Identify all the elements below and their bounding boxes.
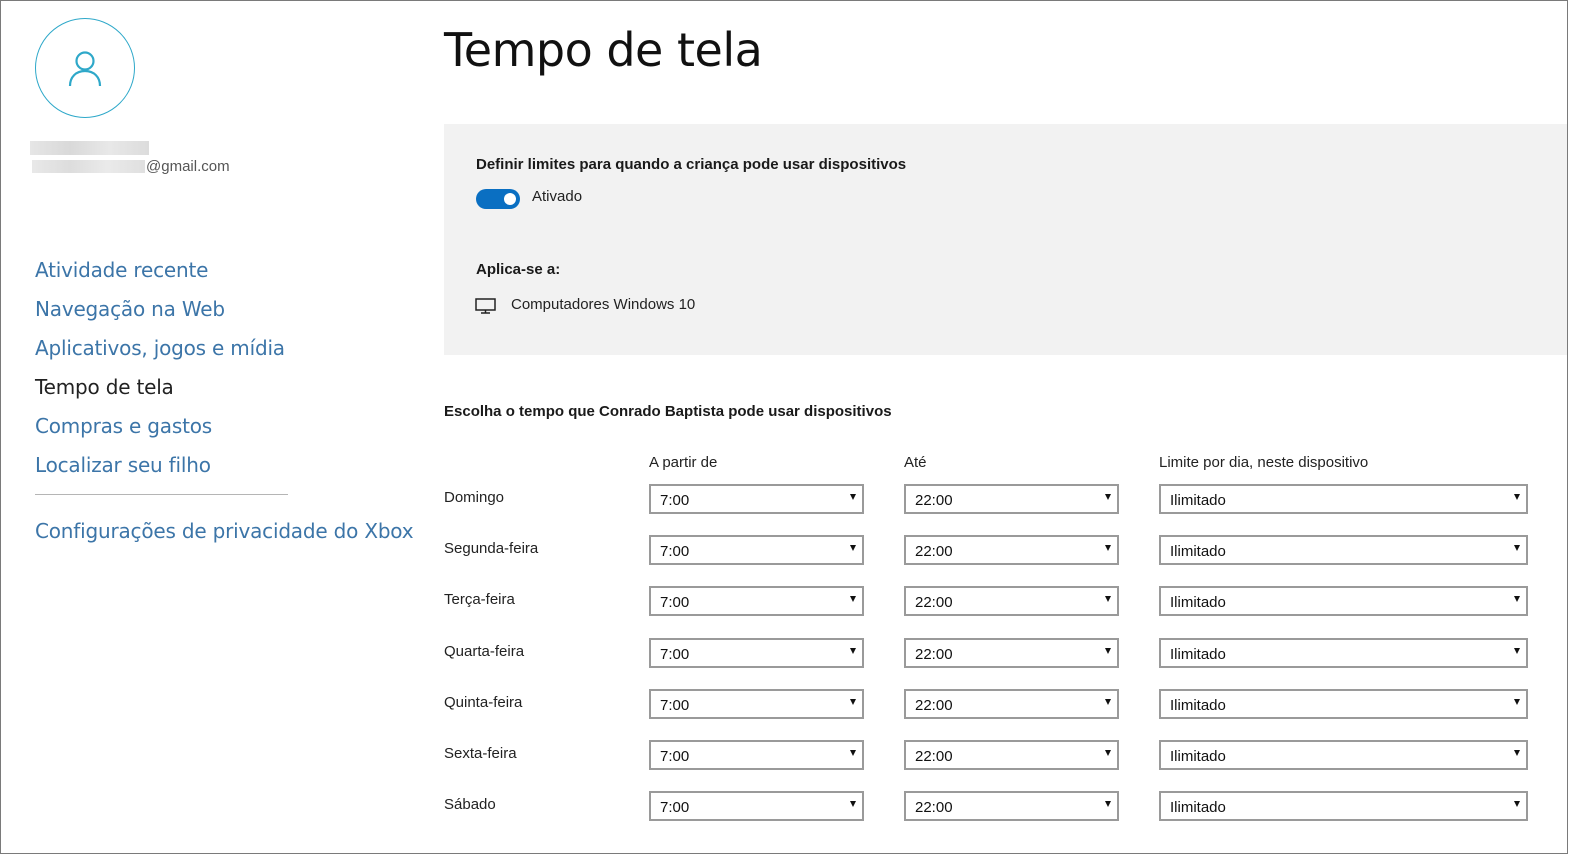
chevron-down-icon <box>1105 648 1111 654</box>
sidebar-nav: Atividade recente Navegação na Web Aplic… <box>35 251 285 485</box>
daily-limit-select-value: Ilimitado <box>1170 543 1226 560</box>
page-title: Tempo de tela <box>444 23 763 77</box>
from-time-select[interactable]: 7:00 <box>649 586 864 616</box>
to-time-select-value: 22:00 <box>915 748 953 765</box>
screen-time-page: @gmail.com Atividade recente Navegação n… <box>0 0 1568 854</box>
monitor-icon <box>475 298 496 314</box>
chevron-down-icon <box>850 699 856 705</box>
day-label: Sexta-feira <box>444 745 517 762</box>
chevron-down-icon <box>1514 750 1520 756</box>
redacted-email <box>32 160 145 173</box>
chevron-down-icon <box>850 596 856 602</box>
from-time-select[interactable]: 7:00 <box>649 740 864 770</box>
toggle-state-label: Ativado <box>532 188 583 205</box>
toggle-knob <box>504 193 516 205</box>
from-time-select-value: 7:00 <box>660 799 690 816</box>
daily-limit-select[interactable]: Ilimitado <box>1159 535 1528 565</box>
schedule-heading: Escolha o tempo que Conrado Baptista pod… <box>444 403 892 420</box>
to-time-select[interactable]: 22:00 <box>904 791 1119 821</box>
limits-toggle[interactable] <box>476 189 520 209</box>
to-time-select-value: 22:00 <box>915 697 953 714</box>
chevron-down-icon <box>850 545 856 551</box>
daily-limit-select-value: Ilimitado <box>1170 646 1226 663</box>
day-label: Segunda-feira <box>444 540 539 557</box>
to-time-select-value: 22:00 <box>915 646 953 663</box>
sidebar-item-purchases[interactable]: Compras e gastos <box>35 407 285 446</box>
from-time-select[interactable]: 7:00 <box>649 484 864 514</box>
to-time-select-value: 22:00 <box>915 594 953 611</box>
to-time-select[interactable]: 22:00 <box>904 484 1119 514</box>
chevron-down-icon <box>850 648 856 654</box>
sidebar-item-screen-time[interactable]: Tempo de tela <box>35 368 285 407</box>
to-time-select[interactable]: 22:00 <box>904 638 1119 668</box>
chevron-down-icon <box>850 494 856 500</box>
from-time-select[interactable]: 7:00 <box>649 638 864 668</box>
sidebar-item-find-child[interactable]: Localizar seu filho <box>35 446 285 485</box>
daily-limit-select-value: Ilimitado <box>1170 492 1226 509</box>
limits-heading: Definir limites para quando a criança po… <box>476 156 907 173</box>
chevron-down-icon <box>850 750 856 756</box>
from-time-select-value: 7:00 <box>660 697 690 714</box>
daily-limit-select[interactable]: Ilimitado <box>1159 689 1528 719</box>
from-time-select[interactable]: 7:00 <box>649 535 864 565</box>
chevron-down-icon <box>1105 596 1111 602</box>
chevron-down-icon <box>1105 801 1111 807</box>
daily-limit-select[interactable]: Ilimitado <box>1159 484 1528 514</box>
chevron-down-icon <box>1514 494 1520 500</box>
column-header-limit: Limite por dia, neste dispositivo <box>1159 454 1369 471</box>
sidebar-item-recent-activity[interactable]: Atividade recente <box>35 251 285 290</box>
from-time-select-value: 7:00 <box>660 492 690 509</box>
sidebar-item-web-browsing[interactable]: Navegação na Web <box>35 290 285 329</box>
to-time-select[interactable]: 22:00 <box>904 740 1119 770</box>
sidebar-divider <box>35 494 288 495</box>
avatar <box>35 18 135 118</box>
chevron-down-icon <box>1514 648 1520 654</box>
from-time-select-value: 7:00 <box>660 543 690 560</box>
daily-limit-select[interactable]: Ilimitado <box>1159 740 1528 770</box>
daily-limit-select-value: Ilimitado <box>1170 748 1226 765</box>
redacted-name <box>30 141 149 155</box>
from-time-select[interactable]: 7:00 <box>649 791 864 821</box>
daily-limit-select[interactable]: Ilimitado <box>1159 791 1528 821</box>
day-label: Domingo <box>444 489 505 506</box>
from-time-select-value: 7:00 <box>660 748 690 765</box>
chevron-down-icon <box>1514 801 1520 807</box>
chevron-down-icon <box>1105 494 1111 500</box>
daily-limit-select[interactable]: Ilimitado <box>1159 586 1528 616</box>
from-time-select-value: 7:00 <box>660 646 690 663</box>
daily-limit-select-value: Ilimitado <box>1170 799 1226 816</box>
column-header-to: Até <box>904 454 927 471</box>
day-label: Sábado <box>444 796 496 813</box>
sidebar-item-xbox-privacy[interactable]: Configurações de privacidade do Xbox <box>35 519 414 543</box>
sidebar-item-apps-games[interactable]: Aplicativos, jogos e mídia <box>35 329 285 368</box>
chevron-down-icon <box>1514 699 1520 705</box>
chevron-down-icon <box>1514 545 1520 551</box>
to-time-select-value: 22:00 <box>915 492 953 509</box>
chevron-down-icon <box>1105 750 1111 756</box>
to-time-select-value: 22:00 <box>915 543 953 560</box>
day-label: Quarta-feira <box>444 643 525 660</box>
column-header-from: A partir de <box>649 454 718 471</box>
from-time-select-value: 7:00 <box>660 594 690 611</box>
to-time-select[interactable]: 22:00 <box>904 586 1119 616</box>
daily-limit-select-value: Ilimitado <box>1170 697 1226 714</box>
daily-limit-select[interactable]: Ilimitado <box>1159 638 1528 668</box>
daily-limit-select-value: Ilimitado <box>1170 594 1226 611</box>
to-time-select-value: 22:00 <box>915 799 953 816</box>
chevron-down-icon <box>850 801 856 807</box>
from-time-select[interactable]: 7:00 <box>649 689 864 719</box>
email-suffix: @gmail.com <box>146 158 230 175</box>
day-label: Terça-feira <box>444 591 515 608</box>
chevron-down-icon <box>1514 596 1520 602</box>
to-time-select[interactable]: 22:00 <box>904 535 1119 565</box>
chevron-down-icon <box>1105 545 1111 551</box>
applies-to-label: Aplica-se a: <box>476 261 561 278</box>
day-label: Quinta-feira <box>444 694 523 711</box>
chevron-down-icon <box>1105 699 1111 705</box>
limits-panel: Definir limites para quando a criança po… <box>444 124 1567 355</box>
to-time-select[interactable]: 22:00 <box>904 689 1119 719</box>
device-label: Computadores Windows 10 <box>511 296 696 313</box>
person-icon <box>68 51 102 87</box>
